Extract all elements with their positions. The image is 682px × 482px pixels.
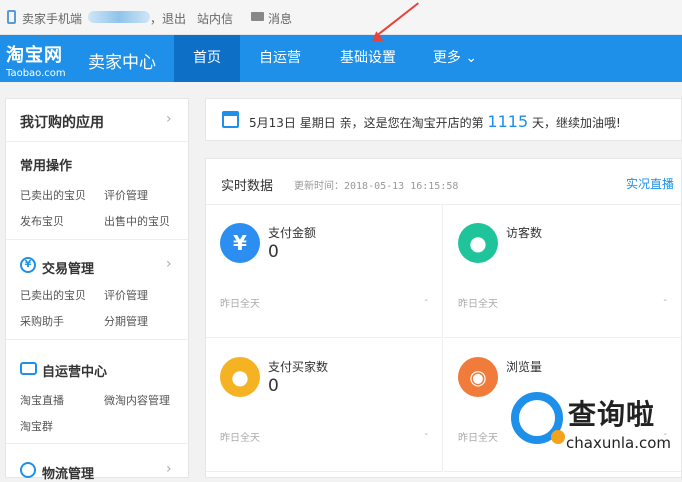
tab-basic-settings[interactable]: 基础设置 (326, 35, 410, 82)
update-time: 更新时间：2018-05-13 16:15:58 (294, 177, 458, 192)
username-redacted (88, 11, 150, 23)
sidebar-link-installments[interactable]: 分期管理 (104, 313, 148, 329)
watermark-logo-dot (551, 430, 565, 444)
sidebar-link-sold-items[interactable]: 已卖出的宝贝 (20, 187, 86, 203)
metric-footer: 昨日全天 (458, 299, 498, 310)
shop-days-count: 1115 (487, 112, 529, 131)
chevron-right-icon[interactable]: › (166, 256, 172, 272)
metric-payment-amount[interactable]: ¥ 支付金额 0 昨日全天 - (206, 205, 443, 338)
divider (6, 339, 188, 340)
chevron-right-icon: › (166, 111, 172, 127)
taobao-logo[interactable]: 淘宝网 Taobao.com (6, 41, 66, 79)
metric-trend: - (663, 295, 667, 306)
chat-icon (20, 362, 37, 375)
metric-footer: 昨日全天 (458, 433, 498, 444)
logo-cn: 淘宝网 (6, 45, 63, 66)
metric-value: 0 (268, 376, 279, 396)
live-broadcast-link[interactable]: 实况直播 (626, 175, 674, 192)
seller-mobile-link[interactable]: 卖家手机端 (22, 10, 82, 27)
logistics-icon (20, 462, 36, 478)
yen-circle-icon: ¥ (20, 257, 36, 273)
metric-label: 浏览量 (506, 360, 543, 374)
mail-icon (251, 12, 264, 21)
phone-icon (7, 10, 16, 24)
inbox-link[interactable]: 站内信 (197, 10, 233, 27)
tab-more[interactable]: 更多 ⌄ (420, 35, 490, 82)
sidebar-link-reviews-2[interactable]: 评价管理 (104, 287, 148, 303)
sidebar: 我订购的应用 › 常用操作 已卖出的宝贝 评价管理 发布宝贝 出售中的宝贝 ¥ … (5, 98, 189, 482)
realtime-title: 实时数据 (221, 179, 274, 194)
yen-icon: ¥ (220, 223, 260, 263)
metric-label: 支付买家数 (268, 360, 329, 374)
chevron-right-icon[interactable]: › (166, 461, 172, 477)
update-label: 更新时间： (294, 181, 344, 192)
metric-paying-buyers[interactable]: ● 支付买家数 0 昨日全天 - (206, 339, 443, 472)
metric-trend: - (424, 429, 428, 440)
banner-date: 5月13日 星期日 (249, 116, 336, 130)
seller-center-title: 卖家中心 (88, 53, 156, 73)
section-common-ops: 常用操作 (20, 159, 73, 174)
sidebar-link-reviews[interactable]: 评价管理 (104, 187, 148, 203)
metric-value: 0 (268, 242, 279, 262)
metric-label: 访客数 (506, 226, 543, 240)
banner-text-before: 亲，这是您在淘宝开店的第 (339, 116, 484, 130)
sidebar-link-publish[interactable]: 发布宝贝 (20, 213, 64, 229)
tab-self-operation[interactable]: 自运营 (244, 35, 316, 82)
metric-footer: 昨日全天 (220, 299, 260, 310)
buyers-icon: ● (220, 357, 260, 397)
logo-en: Taobao.com (6, 68, 66, 79)
section-trade-management[interactable]: 交易管理 (42, 258, 94, 277)
footprint-icon: ● (458, 223, 498, 263)
metric-label: 支付金额 (268, 226, 317, 240)
sidebar-link-weitao[interactable]: 微淘内容管理 (104, 392, 170, 408)
calendar-icon (222, 111, 239, 128)
sidebar-link-groups[interactable]: 淘宝群 (20, 418, 53, 434)
messages-link[interactable]: 消息 (268, 10, 292, 27)
realtime-header: 实时数据 更新时间：2018-05-13 16:15:58 实况直播 (206, 159, 681, 205)
subscribed-apps-title: 我订购的应用 (20, 115, 104, 131)
metric-trend: - (424, 295, 428, 306)
watermark-cn: 查询啦 (568, 398, 656, 431)
sidebar-header[interactable]: 我订购的应用 › (6, 99, 188, 142)
logout-link[interactable]: ，退出 (150, 10, 186, 27)
sidebar-link-on-sale[interactable]: 出售中的宝贝 (104, 213, 170, 229)
metric-visitors[interactable]: ● 访客数 昨日全天 - (444, 205, 681, 338)
sidebar-link-purchase-assistant[interactable]: 采购助手 (20, 313, 64, 329)
watermark-en: chaxunla.com (566, 434, 671, 452)
sidebar-link-live[interactable]: 淘宝直播 (20, 392, 64, 408)
banner-text: 5月13日 星期日 亲，这是您在淘宝开店的第 1115 天，继续加油哦! (249, 112, 621, 131)
tab-home[interactable]: 首页 (174, 35, 240, 82)
metric-footer: 昨日全天 (220, 433, 260, 444)
shop-age-banner: 5月13日 星期日 亲，这是您在淘宝开店的第 1115 天，继续加油哦! (205, 98, 682, 141)
update-timestamp: 2018-05-13 16:15:58 (344, 181, 459, 192)
main-nav: 淘宝网 Taobao.com 卖家中心 首页 自运营 基础设置 更多 ⌄ (0, 35, 682, 82)
section-self-operation-center[interactable]: 自运营中心 (42, 361, 107, 380)
divider (6, 443, 188, 444)
top-bar: 卖家手机端 ，退出 站内信 消息 (0, 0, 682, 35)
sidebar-link-sold-items-2[interactable]: 已卖出的宝贝 (20, 287, 86, 303)
eye-icon: ◉ (458, 357, 498, 397)
divider (6, 239, 188, 240)
banner-text-after: 天，继续加油哦! (531, 116, 621, 130)
